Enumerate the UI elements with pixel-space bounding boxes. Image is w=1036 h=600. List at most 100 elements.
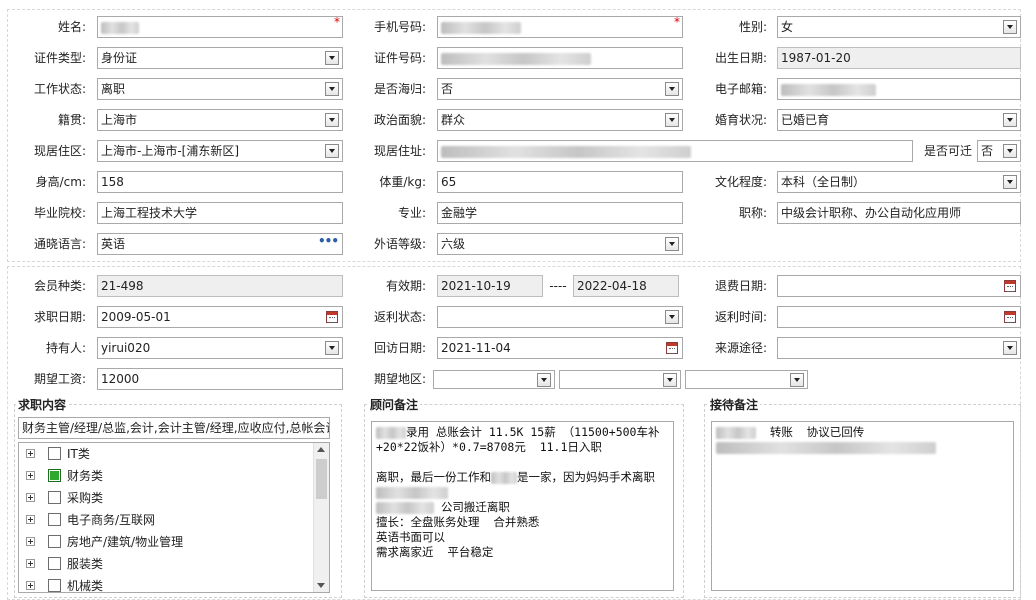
- chevron-down-icon[interactable]: [665, 237, 679, 251]
- scroll-thumb[interactable]: [316, 459, 327, 499]
- blurred-text: [376, 426, 406, 439]
- notes-line: 英语书面可以: [376, 530, 445, 544]
- job-category-tree[interactable]: IT类 财务类 采购类 电子商务/互联网 房地产/建筑/物业管理 服装类 机械类: [18, 442, 330, 593]
- chevron-down-icon[interactable]: [665, 113, 679, 127]
- political-value: 群众: [441, 113, 466, 127]
- tree-node-finance[interactable]: 财务类: [19, 465, 314, 487]
- refund-date-field[interactable]: [777, 275, 1021, 297]
- tree-node-ecommerce[interactable]: 电子商务/互联网: [19, 509, 314, 531]
- chevron-down-icon[interactable]: [1003, 175, 1017, 189]
- expand-icon[interactable]: [26, 449, 35, 458]
- tree-node-apparel[interactable]: 服装类: [19, 553, 314, 575]
- checkbox[interactable]: [48, 535, 61, 548]
- tree-node-realestate[interactable]: 房地产/建筑/物业管理: [19, 531, 314, 553]
- checkbox[interactable]: [48, 557, 61, 570]
- calendar-icon[interactable]: [326, 311, 338, 323]
- weight-field[interactable]: 65: [437, 171, 683, 193]
- email-field[interactable]: [777, 78, 1021, 100]
- mobile-field[interactable]: *: [437, 16, 683, 38]
- calendar-icon[interactable]: [666, 342, 678, 354]
- source-select[interactable]: [777, 337, 1021, 359]
- checkbox[interactable]: [48, 491, 61, 504]
- required-mark: *: [334, 16, 340, 29]
- rebate-time-field[interactable]: [777, 306, 1021, 328]
- work-status-select[interactable]: 离职: [97, 78, 343, 100]
- chevron-down-icon[interactable]: [665, 82, 679, 96]
- more-options-icon[interactable]: •••: [318, 234, 339, 251]
- checkbox-checked[interactable]: [48, 469, 61, 482]
- expand-icon[interactable]: [26, 515, 35, 524]
- blurred-mobile: [441, 21, 521, 34]
- gender-select[interactable]: 女: [777, 16, 1021, 38]
- height-field[interactable]: 158: [97, 171, 343, 193]
- chevron-down-icon[interactable]: [1003, 20, 1017, 34]
- notes-text: 公司搬迁离职: [440, 500, 510, 514]
- id-type-value: 身份证: [101, 51, 138, 65]
- consultant-notes-title: 顾问备注: [368, 396, 421, 413]
- chevron-down-icon[interactable]: [325, 341, 339, 355]
- relocate-select[interactable]: 否: [977, 140, 1021, 162]
- blurred-text: [491, 471, 517, 484]
- expand-icon[interactable]: [26, 581, 35, 590]
- relocate-value: 否: [981, 144, 994, 158]
- chevron-down-icon[interactable]: [537, 373, 551, 387]
- region-city-select[interactable]: [559, 370, 681, 389]
- job-date-field[interactable]: 2009-05-01: [97, 306, 343, 328]
- chevron-down-icon[interactable]: [325, 51, 339, 65]
- expand-icon[interactable]: [26, 559, 35, 568]
- tree-node-purchase[interactable]: 采购类: [19, 487, 314, 509]
- political-select[interactable]: 群众: [437, 109, 683, 131]
- education-select[interactable]: 本科（全日制）: [777, 171, 1021, 193]
- name-field[interactable]: *: [97, 16, 343, 38]
- residence-select[interactable]: 上海市-上海市-[浦东新区]: [97, 140, 343, 162]
- address-field[interactable]: [437, 140, 913, 162]
- calendar-icon[interactable]: [1004, 280, 1016, 292]
- chevron-down-icon[interactable]: [1003, 113, 1017, 127]
- reception-notes-textarea[interactable]: 转账 协议已回传: [711, 421, 1014, 591]
- tree-scrollbar[interactable]: [313, 443, 329, 592]
- school-value: 上海工程技术大学: [101, 206, 198, 220]
- region-province-select[interactable]: [433, 370, 555, 389]
- gender-label: 性别:: [738, 20, 767, 34]
- checkbox[interactable]: [48, 447, 61, 460]
- calendar-icon[interactable]: [1004, 311, 1016, 323]
- chevron-down-icon[interactable]: [665, 310, 679, 324]
- checkbox[interactable]: [48, 513, 61, 526]
- returnee-select[interactable]: 否: [437, 78, 683, 100]
- title-field[interactable]: 中级会计职称、办公自动化应用师: [777, 202, 1021, 224]
- id-no-field[interactable]: [437, 47, 683, 69]
- marital-select[interactable]: 已婚已育: [777, 109, 1021, 131]
- chevron-down-icon[interactable]: [325, 82, 339, 96]
- tree-node-it[interactable]: IT类: [19, 443, 314, 465]
- chevron-down-icon[interactable]: [663, 373, 677, 387]
- chevron-down-icon[interactable]: [1003, 144, 1017, 158]
- holder-select[interactable]: yirui020: [97, 337, 343, 359]
- salary-label: 期望工资:: [33, 372, 86, 386]
- chevron-down-icon[interactable]: [1003, 341, 1017, 355]
- chevron-down-icon[interactable]: [790, 373, 804, 387]
- height-label: 身高/cm:: [35, 175, 86, 189]
- language-field[interactable]: 英语 •••: [97, 233, 343, 255]
- expand-icon[interactable]: [26, 471, 35, 480]
- tree-node-machinery[interactable]: 机械类: [19, 575, 314, 592]
- email-label: 电子邮箱:: [714, 82, 767, 96]
- major-field[interactable]: 金融学: [437, 202, 683, 224]
- id-type-select[interactable]: 身份证: [97, 47, 343, 69]
- checkbox[interactable]: [48, 579, 61, 592]
- school-field[interactable]: 上海工程技术大学: [97, 202, 343, 224]
- region-district-select[interactable]: [685, 370, 808, 389]
- scroll-up-icon[interactable]: [317, 447, 325, 452]
- visit-date-field[interactable]: 2021-11-04: [437, 337, 683, 359]
- consultant-notes-textarea[interactable]: 录用 总账会计 11.5K 15薪 （11500+500车补 +20*22饭补）*…: [371, 421, 674, 591]
- expand-icon[interactable]: [26, 537, 35, 546]
- rebate-status-select[interactable]: [437, 306, 683, 328]
- job-content-selected[interactable]: 财务主管/经理/总监,会计,会计主管/经理,应收应付,总帐会计: [18, 417, 330, 439]
- expand-icon[interactable]: [26, 493, 35, 502]
- chevron-down-icon[interactable]: [325, 113, 339, 127]
- scroll-down-icon[interactable]: [317, 583, 325, 588]
- chevron-down-icon[interactable]: [325, 144, 339, 158]
- native-select[interactable]: 上海市: [97, 109, 343, 131]
- salary-field[interactable]: 12000: [97, 368, 343, 390]
- foreign-level-select[interactable]: 六级: [437, 233, 683, 255]
- holder-value: yirui020: [101, 341, 151, 355]
